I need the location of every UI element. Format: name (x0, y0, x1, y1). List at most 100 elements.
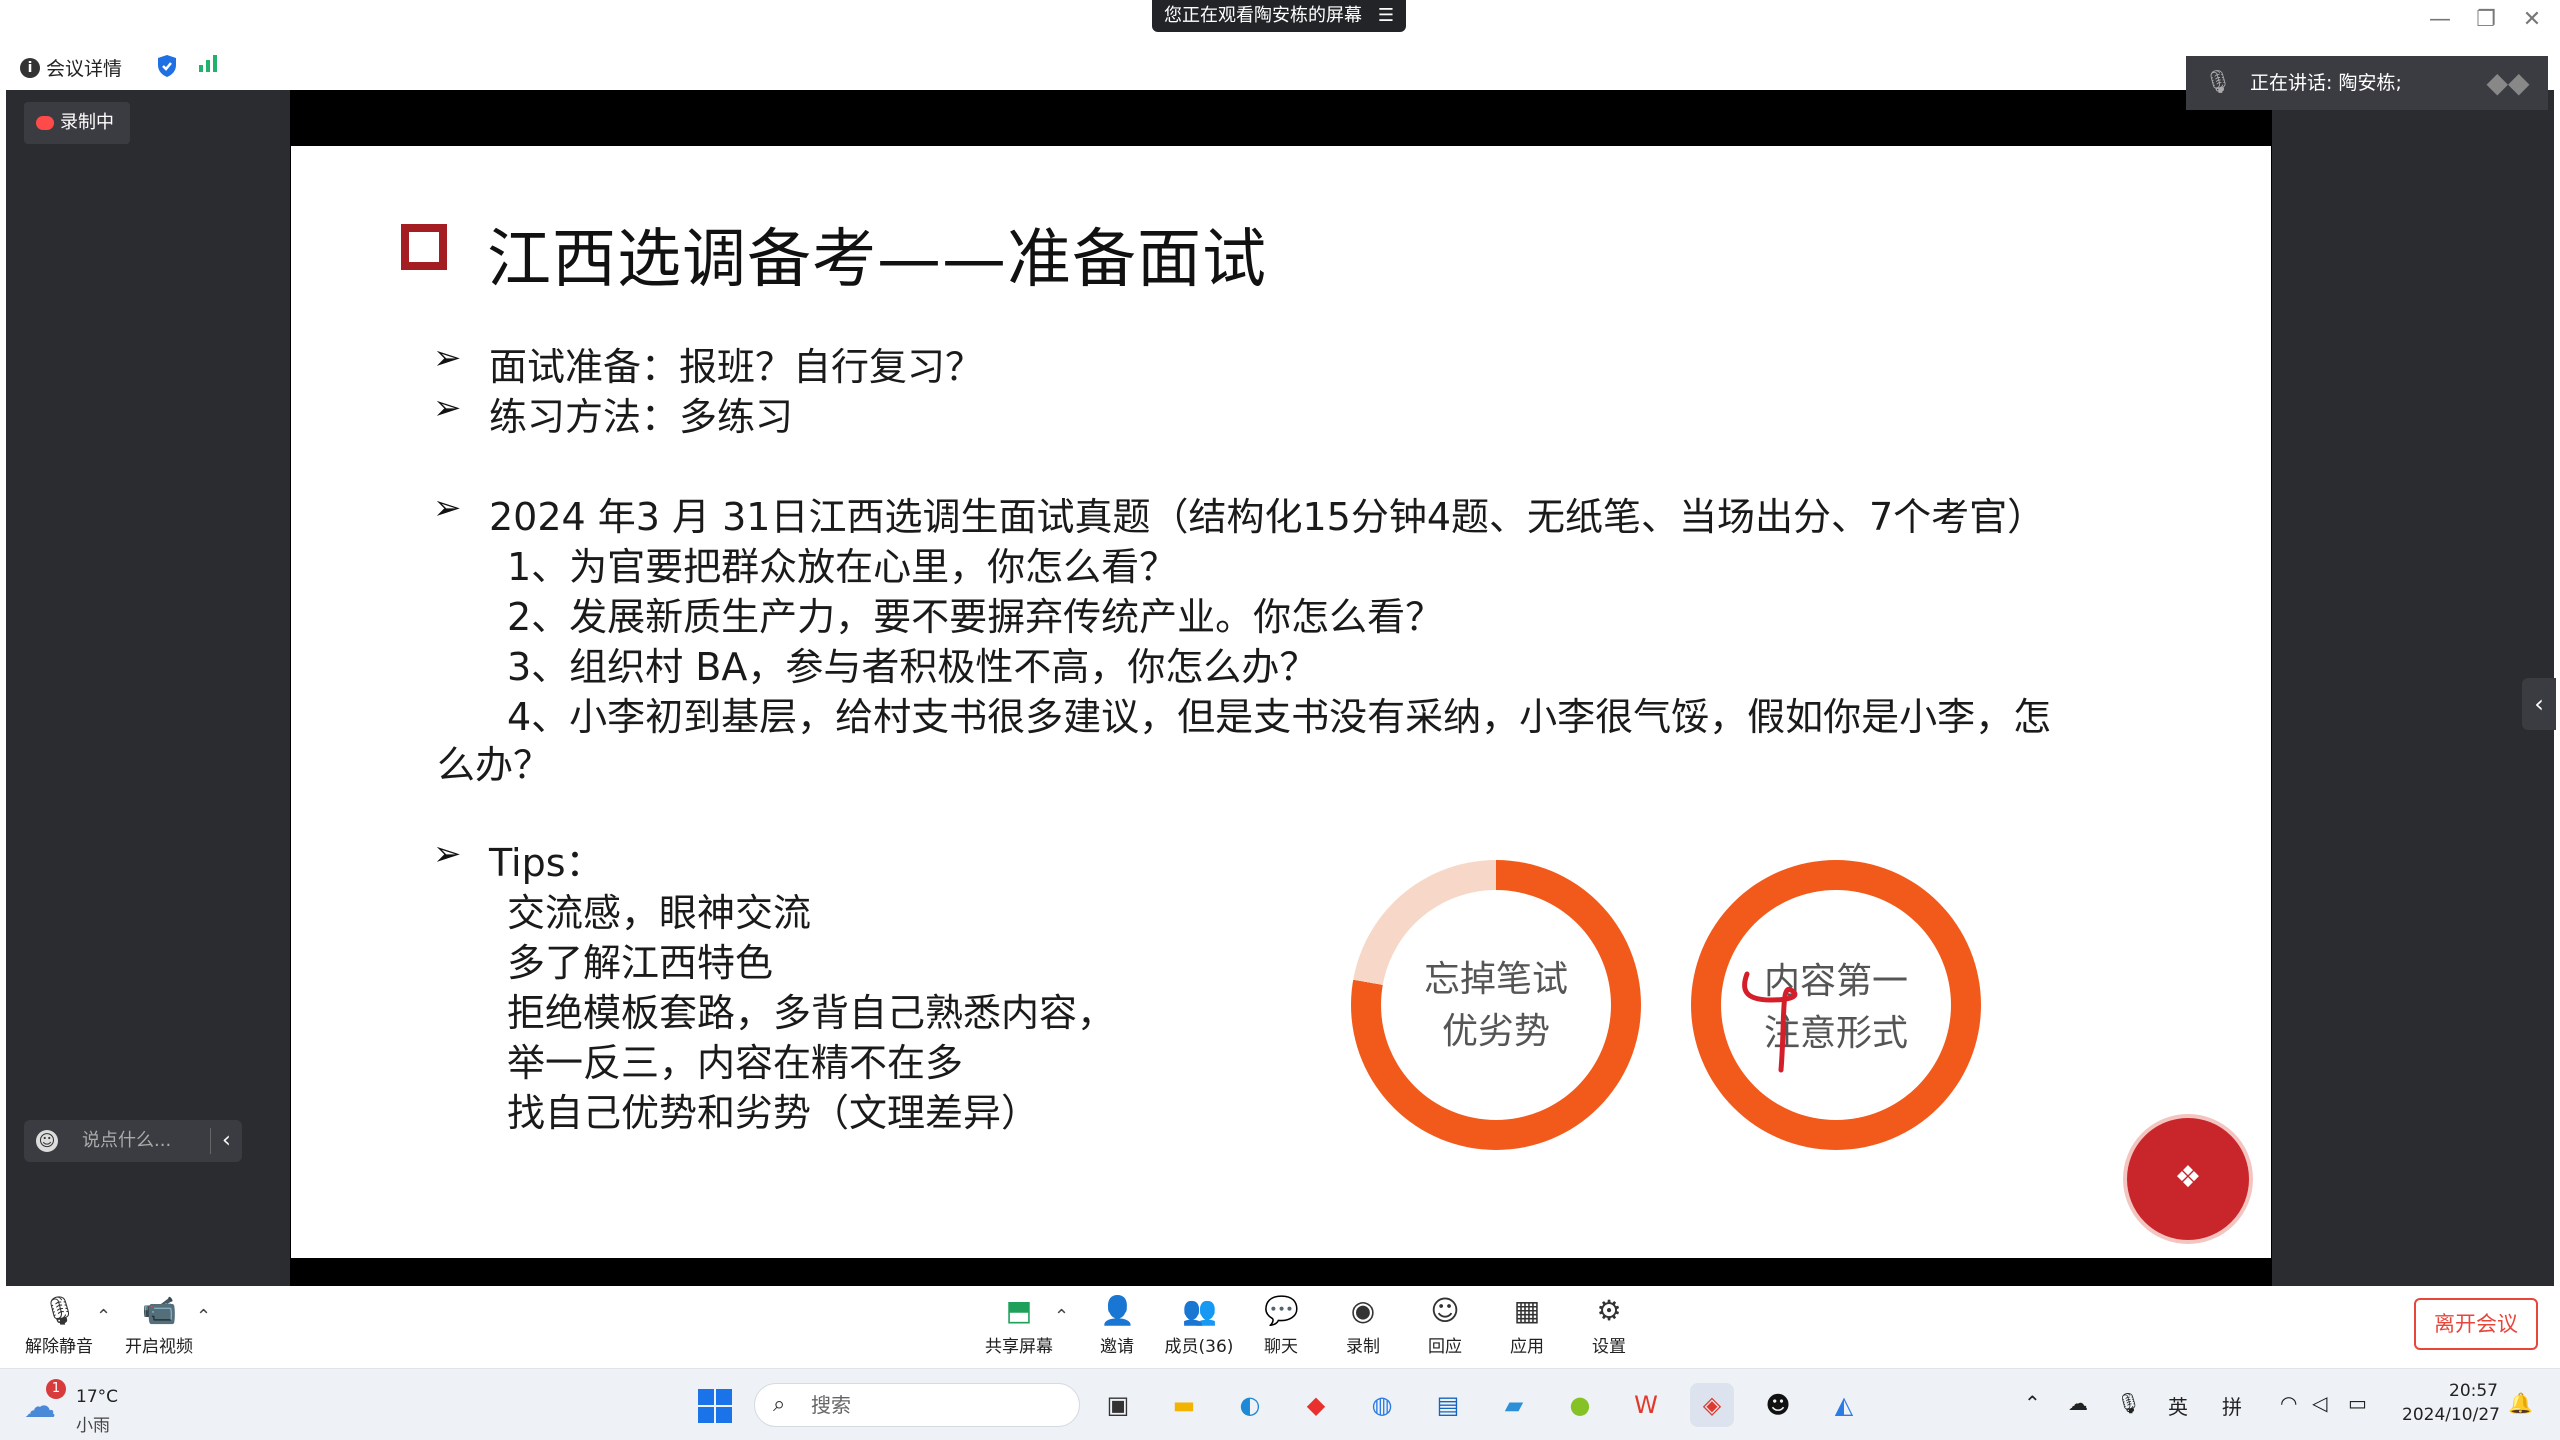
ime-language[interactable]: 英 (2168, 1391, 2188, 1420)
share-screen-button[interactable]: ⬒ 共享屏幕 (978, 1294, 1060, 1357)
unmute-button[interactable]: 🎙 解除静音 (18, 1294, 100, 1357)
collapse-chat-icon[interactable]: ‹ (222, 1120, 231, 1162)
close-button[interactable]: ✕ (2512, 4, 2552, 36)
clock-date: 2024/10/27 (2402, 1405, 2500, 1425)
active-speaker-bar: 🎙 正在讲话: 陶安栋; ◆◆ (2186, 56, 2548, 110)
screen-share-banner[interactable]: 您正在观看陶安栋的屏幕 ☰ (1152, 0, 1406, 32)
chat-icon: 💬 (1264, 1294, 1299, 1327)
emoji-icon[interactable]: ☺ (36, 1130, 58, 1152)
store-icon[interactable]: ▤ (1426, 1383, 1470, 1427)
invite-label: 邀请 (1100, 1337, 1134, 1357)
windows-taskbar: ☁ 1 17°C 小雨 ⌕ 搜索 ▣ ▬ ◐ ◆ ◍ ▤ ▰ ● W ◈ ☻ ◭… (0, 1368, 2560, 1440)
gear-icon: ⚙ (1596, 1294, 1622, 1327)
bullet-icon: ➢ (433, 834, 462, 874)
meeting-infobar: i 会议详情 (0, 42, 2560, 90)
presentation-slide: 江西选调备考——准备面试 ➢ 面试准备：报班？自行复习？ ➢ 练习方法：多练习 … (291, 146, 2271, 1258)
green-app-icon[interactable]: ● (1558, 1383, 1602, 1427)
tencent-meeting-icon[interactable]: ◭ (1822, 1383, 1866, 1427)
meeting-info-label: 会议详情 (46, 58, 123, 80)
settings-label: 设置 (1592, 1337, 1626, 1357)
tips-heading: Tips： (489, 841, 604, 885)
battery-icon[interactable]: ▭ (2348, 1391, 2367, 1415)
chevron-up-icon[interactable]: ⌃ (96, 1306, 111, 1327)
apps-button[interactable]: ▦ 应用 (1486, 1294, 1568, 1357)
university-seal-logo: ❖ (2123, 1114, 2253, 1244)
edge-browser-icon[interactable]: ◐ (1228, 1383, 1272, 1427)
windows-start-icon[interactable] (698, 1389, 732, 1423)
reactions-label: 回应 (1428, 1337, 1462, 1357)
recording-indicator[interactable]: 录制中 (24, 102, 130, 144)
recording-label: 录制中 (60, 112, 114, 133)
members-button[interactable]: 👥 成员(36) (1158, 1294, 1240, 1357)
speaker-name: 陶安栋; (2338, 72, 2402, 94)
question-item-continued: 么办？ (437, 743, 552, 787)
apps-grid-icon: ▦ (1513, 1294, 1541, 1327)
wifi-icon[interactable]: ◠ (2280, 1391, 2297, 1415)
members-icon: 👥 (1182, 1294, 1217, 1327)
notification-badge: 1 (46, 1379, 66, 1399)
slide-line: 2024 年3 月 31日江西选调生面试真题（结构化15分钟4题、无纸笔、当场出… (489, 495, 2046, 539)
file-explorer-icon[interactable]: ▬ (1162, 1383, 1206, 1427)
slide-line: 练习方法：多练习 (489, 395, 794, 439)
system-clock[interactable]: 20:57 2024/10/27 (2402, 1379, 2500, 1427)
ring-text: 优劣势 (1441, 1011, 1550, 1052)
minimize-button[interactable]: — (2420, 4, 2460, 36)
members-label: 成员(36) (1164, 1337, 1234, 1357)
microphone-icon[interactable]: 🎙 (2116, 1391, 2141, 1415)
tip-item: 拒绝模板套路，多背自己熟悉内容， (507, 991, 1116, 1035)
quick-chat-input[interactable]: ☺ 说点什么... ‹ (24, 1120, 242, 1162)
wps-office-icon[interactable]: W (1624, 1383, 1668, 1427)
security-shield-icon[interactable] (156, 54, 178, 78)
window-titlebar: 您正在观看陶安栋的屏幕 ☰ — ❐ ✕ (0, 0, 2560, 40)
leave-meeting-button[interactable]: 离开会议 (2414, 1298, 2538, 1350)
copilot-icon[interactable]: ◍ (1360, 1383, 1404, 1427)
reaction-icon: ☺ (1430, 1294, 1460, 1327)
tip-item: 举一反三，内容在精不在多 (507, 1041, 964, 1085)
search-placeholder: 搜索 (811, 1393, 851, 1417)
menu-icon[interactable]: ☰ (1378, 0, 1394, 32)
meeting-app-icon[interactable]: ◈ (1690, 1383, 1734, 1427)
start-video-button[interactable]: 📹 开启视频 (118, 1294, 200, 1357)
task-view-icon[interactable]: ▣ (1096, 1383, 1140, 1427)
record-button[interactable]: ◉ 录制 (1322, 1294, 1404, 1357)
speaker-avatar-icon: ◆◆ (2486, 66, 2530, 99)
bullet-icon: ➢ (433, 388, 462, 428)
speaking-label: 正在讲话: (2250, 72, 2333, 94)
record-label: 录制 (1346, 1337, 1380, 1357)
tip-item: 交流感，眼神交流 (507, 891, 812, 935)
unmute-label: 解除静音 (25, 1337, 93, 1357)
cloud-sync-icon[interactable]: ☁ (2068, 1391, 2088, 1415)
red-app-icon[interactable]: ◆ (1294, 1383, 1338, 1427)
ring-graphic-written-exam: 忘掉笔试 优劣势 (1351, 860, 1641, 1150)
expand-panel-button[interactable]: ‹ (2522, 678, 2556, 730)
volume-icon[interactable]: ◁ (2312, 1391, 2327, 1415)
chevron-up-icon[interactable]: ⌃ (196, 1306, 211, 1327)
notification-bell-icon[interactable]: 🔔 (2508, 1391, 2533, 1415)
reactions-button[interactable]: ☺ 回应 (1404, 1294, 1486, 1357)
meeting-info-button[interactable]: i 会议详情 (20, 54, 122, 81)
ime-mode[interactable]: 拼 (2222, 1391, 2242, 1420)
restore-button[interactable]: ❐ (2466, 4, 2506, 36)
chevron-up-icon[interactable]: ⌃ (2024, 1391, 2041, 1415)
photos-icon[interactable]: ▰ (1492, 1383, 1536, 1427)
chevron-up-icon[interactable]: ⌃ (1054, 1306, 1069, 1327)
chat-label: 聊天 (1264, 1337, 1298, 1357)
invite-button[interactable]: 👤 邀请 (1076, 1294, 1158, 1357)
slide-title: 江西选调备考——准备面试 (487, 223, 1267, 297)
signal-strength-icon[interactable] (198, 54, 218, 72)
apps-label: 应用 (1510, 1337, 1544, 1357)
question-item: 3、组织村 BA，参与者积极性不高，你怎么办？ (507, 645, 1318, 689)
weather-widget[interactable]: ☁ 1 17°C 小雨 (24, 1379, 144, 1436)
meeting-toolbar: 🎙 解除静音 ⌃ 📹 开启视频 ⌃ ⬒ 共享屏幕 ⌃ 👤 邀请 👥 成员(36)… (0, 1286, 2560, 1366)
settings-button[interactable]: ⚙ 设置 (1568, 1294, 1650, 1357)
add-user-icon: 👤 (1100, 1294, 1135, 1327)
tip-item: 找自己优势和劣势（文理差异） (507, 1091, 1040, 1135)
pen-annotation-icon (1742, 971, 1798, 1073)
taskbar-search-box[interactable]: ⌕ 搜索 (754, 1383, 1080, 1427)
qq-icon[interactable]: ☻ (1756, 1383, 1800, 1427)
chat-button[interactable]: 💬 聊天 (1240, 1294, 1322, 1357)
share-banner-text: 您正在观看陶安栋的屏幕 (1164, 5, 1362, 26)
muted-mic-icon: 🎙 (42, 1294, 78, 1327)
question-item: 4、小李初到基层，给村支书很多建议，但是支书没有采纳，小李很气馁，假如你是小李，… (507, 695, 2052, 739)
weather-condition: 小雨 (76, 1416, 110, 1436)
